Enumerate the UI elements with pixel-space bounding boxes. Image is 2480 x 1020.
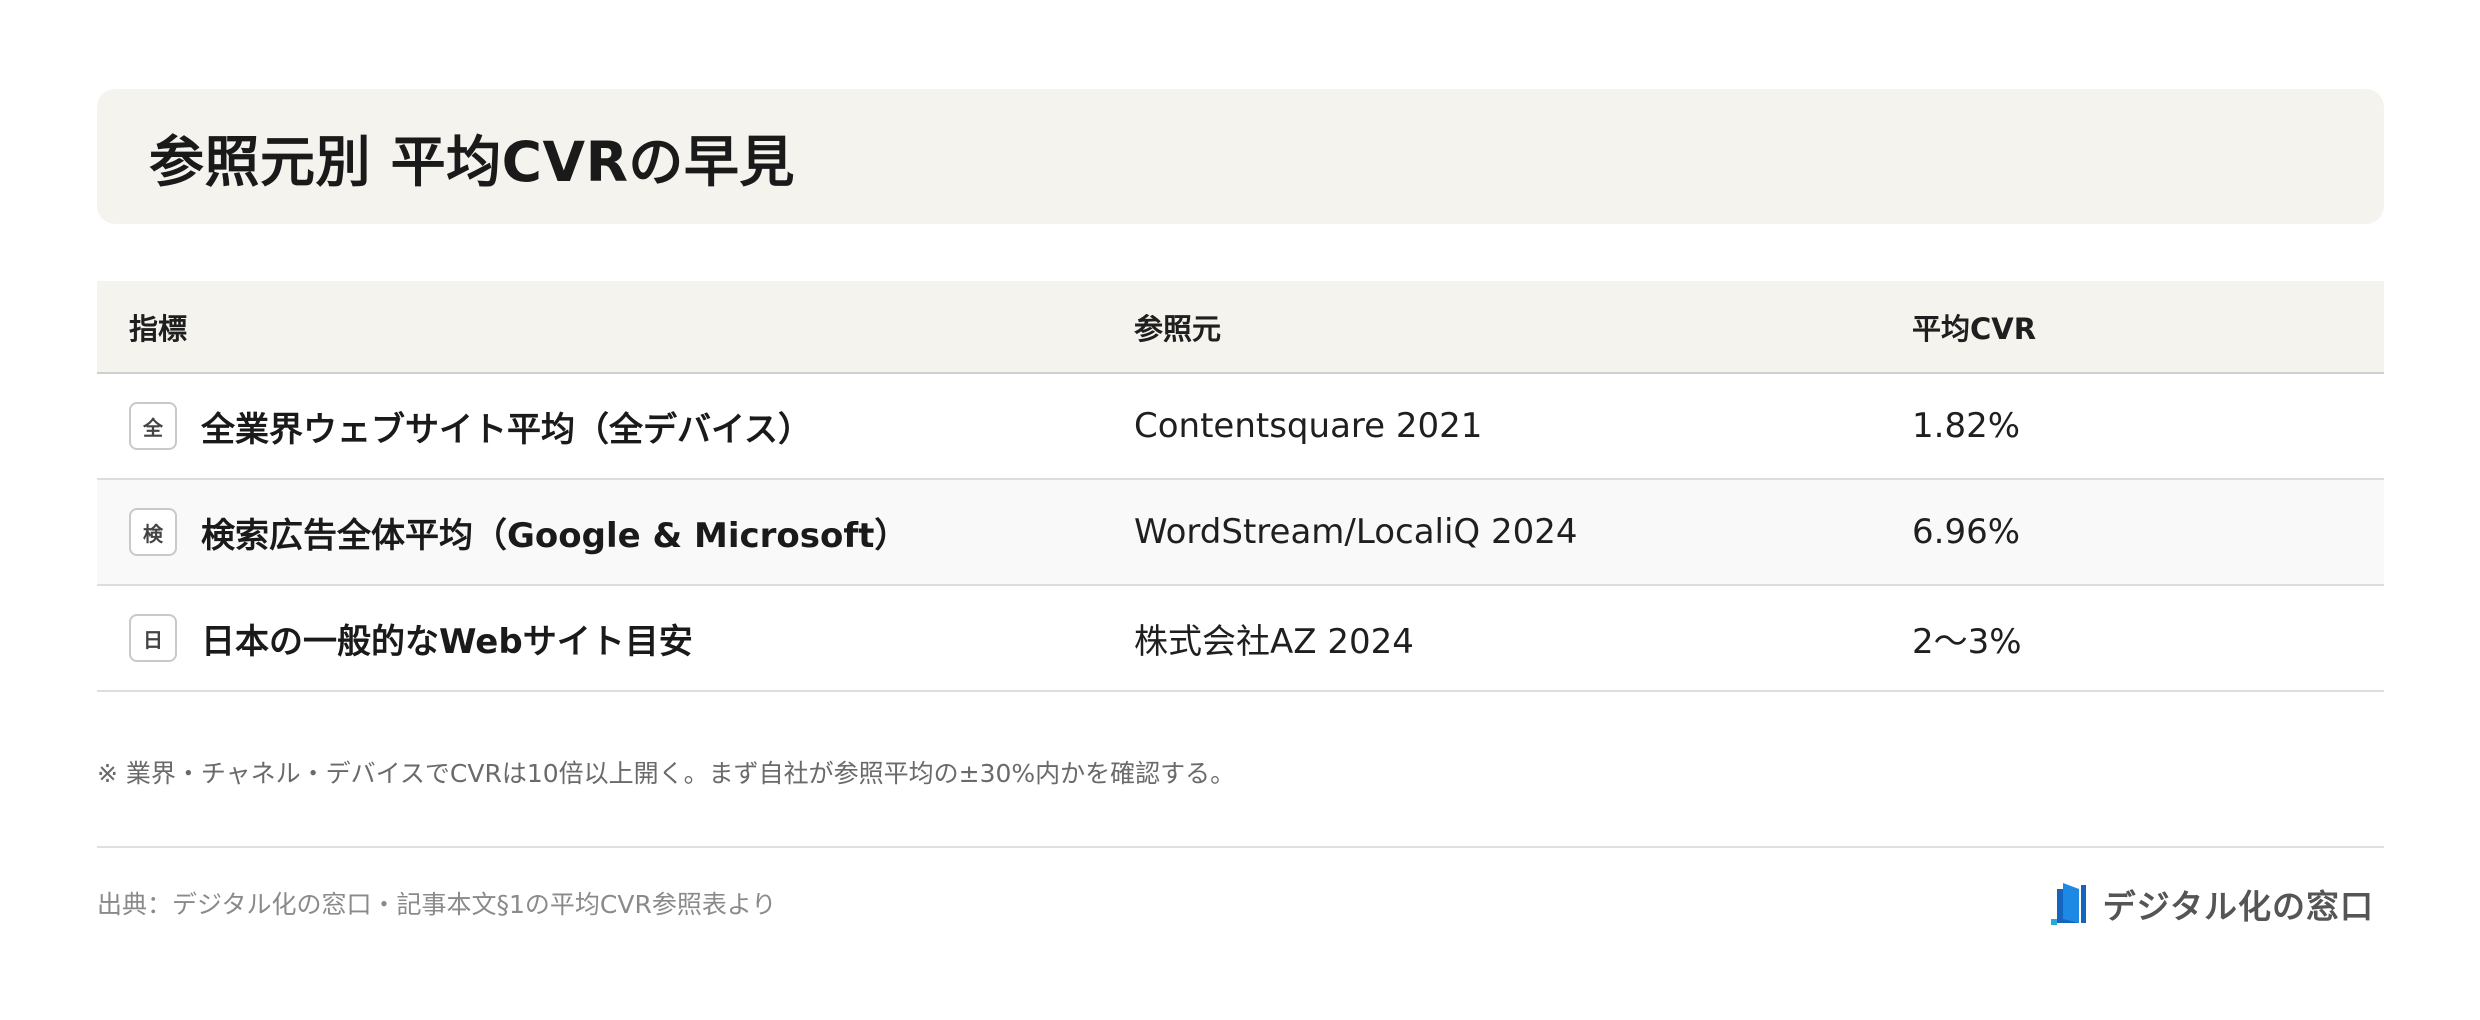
source-credit: 出典：デジタル化の窓口・記事本文§1の平均CVR参照表より [97,890,777,919]
metric-cell: 日 日本の一般的なWebサイト目安 [129,586,693,690]
header-cvr: 平均CVR [1912,311,2037,346]
page-title: 参照元別 平均CVRの早見 [149,129,795,194]
source-cell: 株式会社AZ 2024 [1134,621,1414,662]
brand-logo: デジタル化の窓口 [2050,880,2374,928]
metric-badge: 日 [129,614,177,662]
footer-divider [97,846,2384,848]
metric-cell: 検 検索広告全体平均（Google & Microsoft） [129,480,908,584]
book-logo-icon [2050,881,2091,927]
logo-text: デジタル化の窓口 [2102,887,2374,926]
table-row: 日 日本の一般的なWebサイト目安 株式会社AZ 2024 2〜3% [97,586,2384,692]
cvr-cell: 2〜3% [1912,621,2022,662]
metric-cell: 全 全業界ウェブサイト平均（全デバイス） [129,374,812,478]
source-cell: WordStream/LocaliQ 2024 [1134,512,1578,552]
page: 参照元別 平均CVRの早見 指標 参照元 平均CVR 全 全業界ウェブサイト平均… [0,0,2480,1020]
source-cell: Contentsquare 2021 [1134,406,1483,446]
table-row: 検 検索広告全体平均（Google & Microsoft） WordStrea… [97,480,2384,586]
metric-label: 日本の一般的なWebサイト目安 [201,621,693,662]
table-row: 全 全業界ウェブサイト平均（全デバイス） Contentsquare 2021 … [97,374,2384,480]
cvr-table: 指標 参照元 平均CVR 全 全業界ウェブサイト平均（全デバイス） Conten… [97,281,2384,692]
metric-label: 検索広告全体平均（Google & Microsoft） [201,515,909,556]
cvr-cell: 1.82% [1912,406,2021,446]
metric-badge: 検 [129,508,177,556]
metric-label: 全業界ウェブサイト平均（全デバイス） [201,409,812,450]
metric-badge: 全 [129,402,177,450]
header-metric: 指標 [129,311,188,346]
title-panel: 参照元別 平均CVRの早見 [97,89,2384,224]
cvr-cell: 6.96% [1912,512,2021,552]
table-header: 指標 参照元 平均CVR [97,281,2384,374]
footnote: ※ 業界・チャネル・デバイスでCVRは10倍以上開く。まず自社が参照平均の±30… [97,759,1236,788]
header-source: 参照元 [1134,311,1222,346]
